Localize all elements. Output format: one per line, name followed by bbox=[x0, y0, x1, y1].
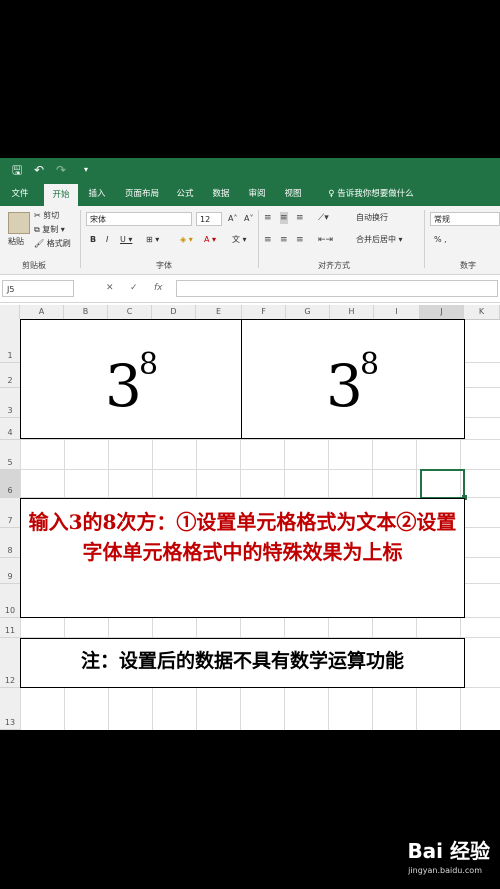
align-center-icon[interactable]: ≡ bbox=[280, 234, 288, 246]
column-header[interactable]: K bbox=[464, 305, 500, 319]
paste-icon[interactable] bbox=[8, 212, 30, 234]
row-header[interactable]: 9 bbox=[0, 558, 20, 584]
column-header[interactable]: E bbox=[196, 305, 242, 319]
column-header[interactable]: J bbox=[420, 305, 464, 319]
font-group-label: 字体 bbox=[156, 261, 172, 270]
right-superscript: 8 bbox=[360, 347, 380, 382]
row-header[interactable]: 13 bbox=[0, 688, 20, 730]
merge-center-button[interactable]: 合并后居中 ▾ bbox=[356, 234, 403, 246]
row-header[interactable]: 5 bbox=[0, 440, 20, 470]
confirm-icon[interactable]: ✓ bbox=[130, 283, 138, 293]
ribbon-divider bbox=[258, 210, 259, 268]
font-family-select[interactable]: 宋体 bbox=[86, 212, 192, 226]
underline-button[interactable]: U ▾ bbox=[120, 234, 132, 246]
right-base-digit: 3 bbox=[326, 352, 363, 420]
row-header[interactable]: 7 bbox=[0, 498, 20, 528]
merged-cell-right-power[interactable]: 3 8 bbox=[241, 319, 465, 439]
wrap-text-button[interactable]: 自动换行 bbox=[356, 212, 388, 224]
baidu-watermark-logo: Bai 经验 bbox=[407, 839, 490, 863]
row-header[interactable]: 1 bbox=[0, 319, 20, 363]
ribbon-divider bbox=[80, 210, 81, 268]
column-header[interactable]: I bbox=[374, 305, 420, 319]
font-color-button[interactable]: A ▾ bbox=[204, 234, 216, 246]
column-header[interactable]: D bbox=[152, 305, 196, 319]
column-header[interactable]: C bbox=[108, 305, 152, 319]
tab-insert[interactable]: 插入 bbox=[82, 182, 112, 206]
row-header[interactable]: 3 bbox=[0, 388, 20, 418]
note-text: 注：设置后的数据不具有数学运算功能 bbox=[80, 650, 404, 672]
row-header[interactable]: 4 bbox=[0, 418, 20, 440]
tab-file[interactable]: 文件 bbox=[6, 182, 34, 206]
merged-cell-instruction[interactable]: 输入3的8次方：①设置单元格格式为文本②设置字体单元格格式中的特殊效果为上标 bbox=[20, 498, 465, 618]
row-header[interactable]: 10 bbox=[0, 584, 20, 618]
left-base-digit: 3 bbox=[105, 352, 142, 420]
column-header[interactable]: H bbox=[330, 305, 374, 319]
italic-button[interactable]: I bbox=[106, 234, 108, 246]
name-box[interactable]: J5 bbox=[2, 280, 74, 297]
function-icon[interactable]: fx bbox=[154, 283, 163, 293]
excel-window: 🖫 ↶ ↷ ▾ 文件 开始 插入 页面布局 公式 数据 审阅 视图 ♀ 告诉我你… bbox=[0, 158, 500, 730]
number-group-label: 数字 bbox=[460, 261, 476, 270]
bold-button[interactable]: B bbox=[90, 234, 96, 246]
shrink-font-button[interactable]: A˅ bbox=[244, 213, 253, 225]
column-header[interactable]: A bbox=[20, 305, 64, 319]
tab-home[interactable]: 开始 bbox=[44, 182, 78, 206]
left-superscript: 8 bbox=[139, 347, 159, 382]
tab-page-layout[interactable]: 页面布局 bbox=[118, 182, 166, 206]
column-header[interactable]: G bbox=[286, 305, 330, 319]
ribbon-divider bbox=[424, 210, 425, 268]
cut-button[interactable]: ✂ 剪切 bbox=[34, 210, 59, 222]
paste-button[interactable]: 粘贴 bbox=[8, 236, 24, 248]
percent-button[interactable]: % , bbox=[434, 234, 447, 246]
align-top-icon[interactable]: ≡ bbox=[264, 212, 272, 224]
border-button[interactable]: ⊞ ▾ bbox=[146, 234, 159, 246]
row-header[interactable]: 2 bbox=[0, 363, 20, 388]
formula-bar: J5 ✕ ✓ fx bbox=[0, 276, 500, 303]
format-painter-button[interactable]: 🖌 格式刷 bbox=[34, 238, 71, 250]
selected-cell-j6[interactable] bbox=[420, 469, 465, 499]
undo-icon[interactable]: ↶ bbox=[34, 162, 44, 178]
clipboard-group-label: 剪贴板 bbox=[22, 261, 46, 270]
column-header[interactable]: B bbox=[64, 305, 108, 319]
indent-icon[interactable]: ⇤⇥ bbox=[318, 234, 333, 246]
align-bottom-icon[interactable]: ≡ bbox=[296, 212, 304, 224]
ribbon-home: 粘贴 ✂ 剪切 ⧉ 复制 ▾ 🖌 格式刷 剪贴板 宋体 12 A˄ A˅ B I… bbox=[0, 206, 500, 275]
cancel-icon[interactable]: ✕ bbox=[106, 283, 114, 293]
ribbon-tabs: 文件 开始 插入 页面布局 公式 数据 审阅 视图 ♀ 告诉我你想要做什么 bbox=[0, 182, 500, 206]
font-size-select[interactable]: 12 bbox=[196, 212, 222, 226]
align-middle-icon[interactable]: ≡ bbox=[280, 212, 288, 224]
save-icon[interactable]: 🖫 bbox=[12, 162, 22, 178]
fill-color-button[interactable]: ◈ ▾ bbox=[180, 234, 193, 246]
orientation-icon[interactable]: ⟋▾ bbox=[318, 212, 329, 224]
instruction-text: 输入3的8次方：①设置单元格格式为文本②设置字体单元格格式中的特殊效果为上标 bbox=[28, 510, 457, 564]
row-header[interactable]: 11 bbox=[0, 618, 20, 638]
row-header[interactable]: 12 bbox=[0, 638, 20, 688]
baidu-watermark-url: jingyan.baidu.com bbox=[408, 866, 482, 875]
grow-font-button[interactable]: A˄ bbox=[228, 213, 237, 225]
tab-view[interactable]: 视图 bbox=[278, 182, 308, 206]
tell-me-search[interactable]: ♀ 告诉我你想要做什么 bbox=[316, 182, 426, 206]
title-bar: 🖫 ↶ ↷ ▾ bbox=[0, 158, 500, 182]
merged-cell-left-power[interactable]: 3 8 bbox=[20, 319, 242, 439]
column-header[interactable]: F bbox=[242, 305, 286, 319]
align-right-icon[interactable]: ≡ bbox=[296, 234, 304, 246]
customize-icon[interactable]: ▾ bbox=[84, 162, 88, 178]
row-header[interactable]: 8 bbox=[0, 528, 20, 558]
tab-formulas[interactable]: 公式 bbox=[170, 182, 200, 206]
tab-review[interactable]: 审阅 bbox=[242, 182, 272, 206]
merged-cell-note[interactable]: 注：设置后的数据不具有数学运算功能 bbox=[20, 638, 465, 688]
alignment-group-label: 对齐方式 bbox=[318, 261, 350, 270]
align-left-icon[interactable]: ≡ bbox=[264, 234, 272, 246]
copy-button[interactable]: ⧉ 复制 ▾ bbox=[34, 224, 65, 236]
grid-line bbox=[20, 439, 500, 440]
number-format-select[interactable]: 常规 bbox=[430, 212, 500, 226]
column-headers: A B C D E F G H I J K bbox=[0, 305, 500, 320]
formula-input[interactable] bbox=[176, 280, 498, 297]
tab-data[interactable]: 数据 bbox=[206, 182, 236, 206]
corner-select-all[interactable] bbox=[0, 305, 20, 319]
row-header[interactable]: 6 bbox=[0, 470, 20, 498]
redo-icon[interactable]: ↷ bbox=[56, 162, 66, 178]
phonetic-button[interactable]: 文 ▾ bbox=[232, 234, 247, 246]
